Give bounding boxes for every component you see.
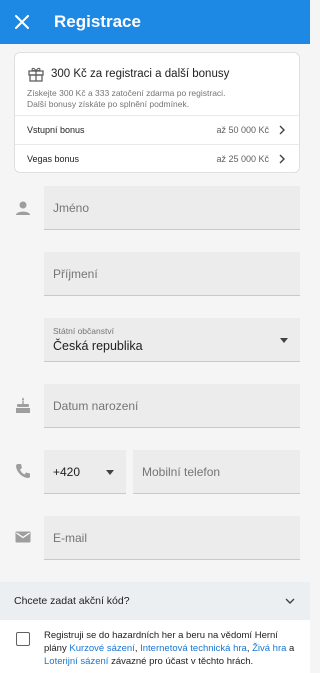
- phone-prefix-value: +420: [53, 465, 81, 479]
- dropdown-arrow-icon: [280, 338, 288, 343]
- phone-placeholder: Mobilní telefon: [142, 465, 221, 479]
- chevron-right-icon: [279, 125, 285, 135]
- email-icon: [15, 531, 31, 543]
- promo-code-label: Chcete zadat akční kód?: [14, 595, 130, 607]
- bonus-description: Získejte 300 Kč a 333 zatočení zdarma po…: [15, 83, 299, 110]
- cake-icon: [16, 397, 30, 413]
- phone-field[interactable]: Mobilní telefon: [133, 450, 300, 494]
- bonus-row-amount: až 50 000 Kč: [216, 125, 269, 135]
- bonus-row-name: Vegas bonus: [27, 154, 80, 164]
- first-name-placeholder: Jméno: [53, 201, 90, 215]
- chevron-down-icon: [285, 598, 295, 604]
- phone-icon: [16, 464, 30, 478]
- link-kurzove-sazeni[interactable]: Kurzové sázení: [69, 643, 134, 654]
- consent-section: Registruji se do hazardních her a beru n…: [0, 620, 310, 673]
- app-header: Registrace: [0, 0, 310, 44]
- person-icon: [16, 201, 30, 215]
- close-button[interactable]: [0, 0, 44, 44]
- email-field[interactable]: E-mail: [44, 516, 300, 560]
- last-name-field[interactable]: Příjmení: [44, 252, 300, 296]
- bonus-row-amount: až 25 000 Kč: [216, 154, 269, 164]
- bonus-desc-line1: Získejte 300 Kč a 333 zatočení zdarma po…: [27, 88, 226, 98]
- bonus-header: 300 Kč za registraci a další bonusy: [15, 53, 299, 83]
- bonus-row-vegas[interactable]: Vegas bonus až 25 000 Kč: [15, 144, 299, 173]
- close-icon: [15, 15, 29, 29]
- gift-icon: [28, 67, 44, 82]
- birthdate-field[interactable]: Datum narození: [44, 384, 300, 428]
- consent-text-part: a: [286, 643, 295, 654]
- link-internetova-technicka-hra[interactable]: Internetová technická hra: [140, 643, 247, 654]
- consent-text: Registruji se do hazardních her a beru n…: [44, 629, 300, 668]
- dropdown-arrow-icon: [106, 470, 114, 475]
- citizenship-value: Česká republika: [53, 339, 143, 353]
- bonus-row-name: Vstupní bonus: [27, 125, 85, 135]
- chevron-right-icon: [279, 154, 285, 164]
- last-name-placeholder: Příjmení: [53, 267, 98, 281]
- email-placeholder: E-mail: [53, 531, 88, 545]
- first-name-field[interactable]: Jméno: [44, 186, 300, 230]
- bonus-row-vstupni[interactable]: Vstupní bonus až 50 000 Kč: [15, 115, 299, 144]
- bonus-desc-line2: Další bonusy získáte po splnění podmínek…: [27, 99, 190, 109]
- phone-prefix-select[interactable]: +420: [44, 450, 126, 494]
- promo-code-toggle[interactable]: Chcete zadat akční kód?: [0, 582, 310, 620]
- link-ziva-hra[interactable]: Živá hra: [252, 643, 286, 654]
- bonus-title: 300 Kč za registraci a další bonusy: [51, 68, 230, 80]
- link-loterijni-sazeni[interactable]: Loterijní sázení: [44, 656, 108, 667]
- birthdate-placeholder: Datum narození: [53, 399, 139, 413]
- consent-checkbox[interactable]: [16, 632, 30, 646]
- citizenship-select[interactable]: Státní občanství Česká republika: [44, 318, 300, 362]
- consent-text-part: závazné pro účast v těchto hrách.: [108, 656, 254, 667]
- page-title: Registrace: [54, 12, 141, 31]
- citizenship-label: Státní občanství: [53, 326, 114, 336]
- bonus-card: 300 Kč za registraci a další bonusy Získ…: [14, 52, 300, 173]
